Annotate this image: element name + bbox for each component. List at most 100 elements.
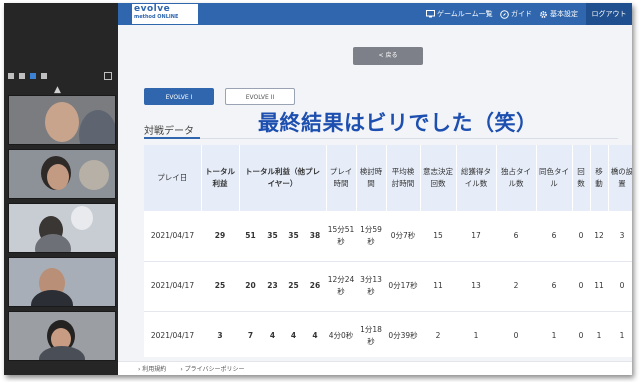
col-header: 回数 — [572, 145, 591, 211]
section-title-underline — [144, 137, 200, 139]
cell-review-time: 1分18秒 — [356, 311, 387, 357]
screenshot-frame: ▲ evolve method ONLINE ゲームルーム一覧 ガイド 基本設定… — [4, 3, 632, 375]
section-divider — [144, 138, 618, 139]
col-header: 移動 — [590, 145, 609, 211]
cell-bridge: 0 — [608, 261, 632, 312]
cell-same-color: 1 — [536, 311, 573, 357]
tab-evolve-1[interactable]: EVOLVE I — [144, 88, 214, 105]
match-data-table: プレイ日 トータル利益 トータル利益（他プレイヤー） プレイ時間 検討時間 平均… — [144, 145, 632, 357]
cell-tiles: 1 — [456, 311, 497, 357]
col-header: 検討時間 — [356, 145, 387, 211]
participant-video-tile[interactable] — [8, 257, 116, 307]
cell-review-time: 3分13秒 — [356, 261, 387, 312]
compass-icon — [500, 9, 509, 19]
col-header: トータル利益（他プレイヤー） — [239, 145, 327, 211]
cell-same-color: 6 — [536, 261, 573, 312]
cell-other: 51 — [239, 211, 262, 262]
cell-move: 11 — [590, 261, 609, 312]
top-navigation-bar: evolve method ONLINE ゲームルーム一覧 ガイド 基本設定 ロ… — [118, 3, 632, 25]
monitor-icon — [426, 10, 435, 18]
section-title: 対戦データ — [144, 126, 194, 137]
cell-other: 26 — [304, 261, 327, 312]
privacy-policy-link[interactable]: › プライバシーポリシー — [180, 364, 244, 373]
cell-other: 4 — [262, 311, 283, 357]
nav-settings[interactable]: 基本設定 — [539, 3, 578, 25]
cell-date: 2021/04/17 — [144, 261, 201, 312]
col-header: 同色タイル — [536, 145, 573, 211]
cell-count: 0 — [572, 261, 591, 312]
cell-decisions: 15 — [420, 211, 457, 262]
cell-other: 38 — [304, 211, 327, 262]
cell-total: 25 — [201, 261, 239, 312]
cell-avg-review: 0分17秒 — [386, 261, 421, 312]
col-header: 平均検討時間 — [386, 145, 421, 211]
cell-decisions: 2 — [420, 311, 457, 357]
cell-avg-review: 0分7秒 — [386, 211, 421, 262]
col-header: プレイ時間 — [326, 145, 357, 211]
cell-exclusive: 6 — [496, 211, 537, 262]
col-header: 独占タイル数 — [496, 145, 537, 211]
cell-avg-review: 0分39秒 — [386, 311, 421, 357]
cell-move: 12 — [590, 211, 609, 262]
cell-other: 4 — [304, 311, 327, 357]
cell-date: 2021/04/17 — [144, 211, 201, 262]
cell-other: 23 — [262, 261, 283, 312]
participant-video-tile[interactable] — [8, 149, 116, 199]
cell-other: 20 — [239, 261, 262, 312]
col-header: トータル利益 — [201, 145, 240, 211]
gear-icon — [540, 10, 547, 18]
chevron-up-icon[interactable]: ▲ — [54, 85, 61, 95]
cell-move: 1 — [590, 311, 609, 357]
cell-other: 4 — [283, 311, 304, 357]
cell-other: 35 — [262, 211, 283, 262]
evolve-logo[interactable]: evolve method ONLINE — [132, 4, 198, 24]
cell-count: 0 — [572, 311, 591, 357]
col-header: 橋の設置 — [608, 145, 632, 211]
back-button[interactable]: < 戻る — [353, 47, 423, 65]
table-row: 2021/04/17 3 7 4 4 4 4分0秒 1分18秒 0分39秒 2 … — [144, 311, 632, 357]
terms-link[interactable]: › 利用規約 — [138, 364, 166, 373]
cell-exclusive: 2 — [496, 261, 537, 312]
col-header: プレイ日 — [144, 145, 202, 211]
cell-decisions: 11 — [420, 261, 457, 312]
table-row: 2021/04/17 25 20 23 25 26 12分24秒 3分13秒 0… — [144, 261, 632, 312]
cell-play-time: 4分0秒 — [326, 311, 357, 357]
cell-total: 3 — [201, 311, 239, 357]
cell-other: 25 — [283, 261, 304, 312]
cell-count: 0 — [572, 211, 591, 262]
speaker-view-icon[interactable] — [8, 73, 14, 79]
tab-evolve-2[interactable]: EVOLVE II — [225, 88, 295, 105]
participant-video-tile[interactable] — [8, 311, 116, 361]
footer: › 利用規約 › プライバシーポリシー — [118, 361, 632, 375]
gallery-view-toolbar — [4, 69, 118, 83]
cell-bridge: 3 — [608, 211, 632, 262]
cell-bridge: 1 — [608, 311, 632, 357]
caption-overlay: 最終結果はビリでした（笑） — [258, 111, 538, 135]
cell-tiles: 17 — [456, 211, 497, 262]
participant-video-tile[interactable] — [8, 95, 116, 145]
logout-button[interactable]: ログアウト — [586, 3, 632, 25]
grid-view-icon[interactable] — [41, 73, 47, 79]
participant-video-tile[interactable] — [8, 203, 116, 253]
list-view-icon[interactable] — [30, 73, 36, 79]
cell-date: 2021/04/17 — [144, 311, 201, 357]
cell-exclusive: 0 — [496, 311, 537, 357]
col-header: 総獲得タイル数 — [456, 145, 497, 211]
strip-view-icon[interactable] — [19, 73, 25, 79]
expand-icon[interactable] — [104, 72, 112, 80]
video-gallery: ▲ — [4, 3, 118, 375]
nav-game-rooms[interactable]: ゲームルーム一覧 — [426, 3, 493, 25]
cell-total: 29 — [201, 211, 239, 262]
cell-play-time: 12分24秒 — [326, 261, 357, 312]
evolve-app: evolve method ONLINE ゲームルーム一覧 ガイド 基本設定 ロ… — [118, 3, 632, 375]
cell-other: 7 — [239, 311, 262, 357]
cell-tiles: 13 — [456, 261, 497, 312]
cell-play-time: 15分51秒 — [326, 211, 357, 262]
cell-other: 35 — [283, 211, 304, 262]
table-row: 2021/04/17 29 51 35 35 38 15分51秒 1分59秒 0… — [144, 211, 632, 262]
nav-guide[interactable]: ガイド — [500, 3, 532, 25]
cell-same-color: 6 — [536, 211, 573, 262]
col-header: 意志決定回数 — [420, 145, 457, 211]
cell-review-time: 1分59秒 — [356, 211, 387, 262]
table-header-row: プレイ日 トータル利益 トータル利益（他プレイヤー） プレイ時間 検討時間 平均… — [144, 145, 632, 211]
